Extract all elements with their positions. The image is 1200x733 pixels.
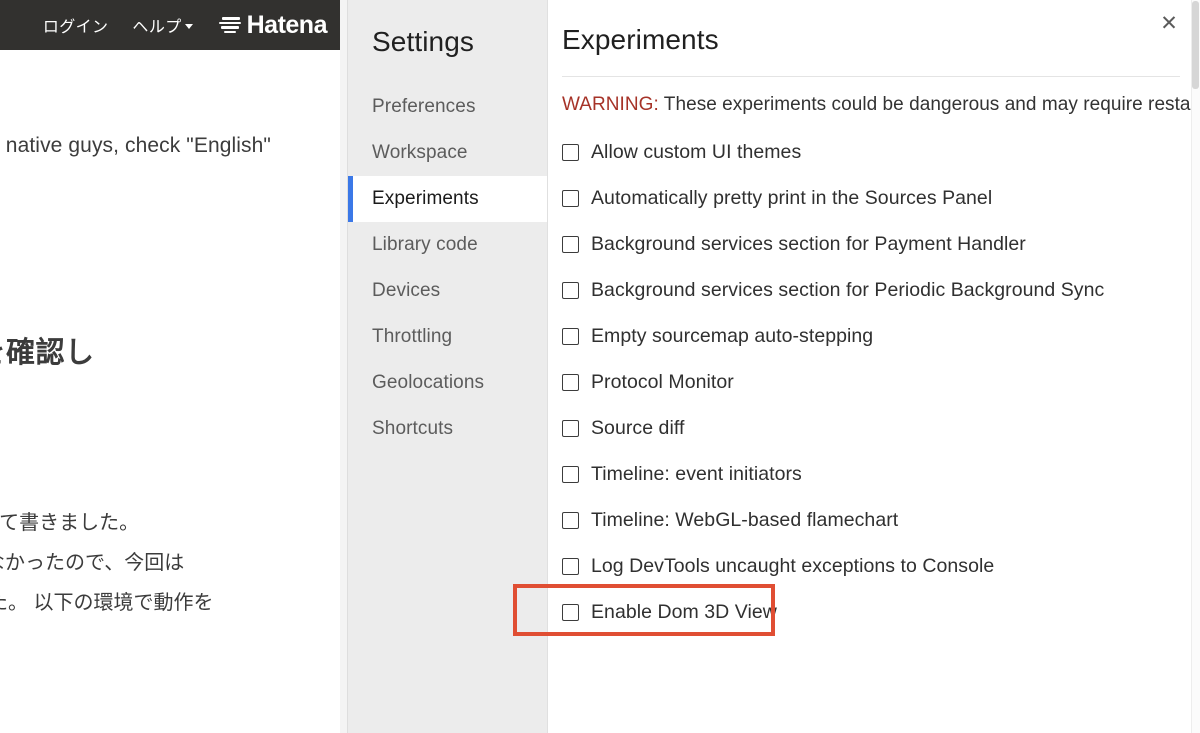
experiments-panel: Experiments WARNING: These experiments c… <box>548 0 1200 733</box>
experiment-row[interactable]: Empty sourcemap auto-stepping <box>562 313 1200 359</box>
sidebar-item-label: Library code <box>372 234 478 255</box>
sidebar-item-label: Shortcuts <box>372 418 454 439</box>
sidebar-item-label: Throttling <box>372 326 453 347</box>
experiment-label: Log DevTools uncaught exceptions to Cons… <box>591 554 995 577</box>
checkbox-log-devtools-uncaught-exceptions[interactable] <box>562 557 579 575</box>
article-body-line-1: meについて書きました。 <box>0 512 140 534</box>
checkbox-background-services-payment-handler[interactable] <box>562 235 579 253</box>
sidebar-item-shortcuts[interactable]: Shortcuts <box>348 406 547 452</box>
close-button[interactable]: ✕ <box>1156 10 1182 36</box>
experiments-warning: WARNING: These experiments could be dang… <box>562 94 1200 116</box>
chevron-down-icon <box>184 23 193 29</box>
warning-text: These experiments could be dangerous and… <box>658 94 1200 115</box>
dialog-scrollbar-thumb[interactable] <box>1192 1 1199 89</box>
article-body-line-2: ロードの話がなかったので、今回は <box>0 552 185 574</box>
panel-header: Experiments <box>562 0 1200 77</box>
experiment-label: Background services section for Payment … <box>591 232 1026 255</box>
hatena-logo-icon <box>217 16 242 34</box>
experiment-label: Timeline: WebGL-based flamechart <box>591 508 899 531</box>
hatena-brand-label: Hatena <box>246 10 328 39</box>
checkbox-allow-custom-ui-themes[interactable] <box>562 143 579 161</box>
experiment-label: Enable Dom 3D View <box>591 600 777 623</box>
dialog-scrollbar[interactable] <box>1191 0 1200 733</box>
settings-dialog: Settings Preferences Workspace Experimen… <box>340 0 1200 733</box>
experiment-row[interactable]: Allow custom UI themes <box>562 129 1200 175</box>
experiment-label: Source diff <box>591 416 685 439</box>
checkbox-source-diff[interactable] <box>562 419 579 437</box>
experiment-row[interactable]: Protocol Monitor <box>562 359 1200 405</box>
login-link[interactable]: ログイン <box>43 13 109 37</box>
experiment-label: Empty sourcemap auto-stepping <box>591 324 874 347</box>
experiment-row[interactable]: Source diff <box>562 405 1200 451</box>
sidebar-item-experiments[interactable]: Experiments <box>348 176 547 222</box>
sidebar-item-workspace[interactable]: Workspace <box>348 130 547 176</box>
checkbox-protocol-monitor[interactable] <box>562 373 579 391</box>
experiment-row[interactable]: Background services section for Periodic… <box>562 267 1200 313</box>
sidebar-edge-scrollbar[interactable] <box>340 0 348 733</box>
sidebar-item-devices[interactable]: Devices <box>348 268 547 314</box>
background-page: ログイン ヘルプ Hatena Japanese native guys, ch… <box>0 0 348 733</box>
article-heading: ドの概要と動作を確認し <box>0 337 95 369</box>
experiment-label: Timeline: event initiators <box>591 462 802 485</box>
hatena-brand[interactable]: Hatena <box>217 10 328 40</box>
experiment-row[interactable]: Timeline: event initiators <box>562 451 1200 497</box>
experiment-label: Automatically pretty print in the Source… <box>591 186 993 209</box>
experiment-label: Background services section for Periodic… <box>591 278 1105 301</box>
checkbox-enable-dom-3d-view[interactable] <box>562 603 579 621</box>
close-icon: ✕ <box>1160 11 1178 35</box>
article-body-line-3: 書きました。 以下の環境で動作を <box>0 592 214 614</box>
checkbox-timeline-event-initiators[interactable] <box>562 465 579 483</box>
experiment-row[interactable]: Background services section for Payment … <box>562 221 1200 267</box>
sidebar-item-geolocations[interactable]: Geolocations <box>348 360 547 406</box>
sidebar-item-label: Experiments <box>372 188 479 209</box>
help-menu[interactable]: ヘルプ <box>132 13 193 37</box>
sidebar-item-label: Workspace <box>372 142 468 163</box>
experiment-row[interactable]: Timeline: WebGL-based flamechart <box>562 497 1200 543</box>
sidebar-item-preferences[interactable]: Preferences <box>348 84 547 130</box>
experiment-label: Allow custom UI themes <box>591 140 802 163</box>
experiment-row[interactable]: Enable Dom 3D View <box>562 589 1200 635</box>
settings-sidebar: Settings Preferences Workspace Experimen… <box>340 0 548 733</box>
experiment-row[interactable]: Log DevTools uncaught exceptions to Cons… <box>562 543 1200 589</box>
checkbox-empty-sourcemap-auto-stepping[interactable] <box>562 327 579 345</box>
settings-title: Settings <box>372 26 474 57</box>
help-menu-label: ヘルプ <box>132 19 182 36</box>
article-english-line: Japanese native guys, check "English" <box>0 134 271 157</box>
experiment-row[interactable]: Automatically pretty print in the Source… <box>562 175 1200 221</box>
page-title: Experiments <box>562 24 719 55</box>
sidebar-item-library-code[interactable]: Library code <box>348 222 547 268</box>
experiment-label: Protocol Monitor <box>591 370 734 393</box>
checkbox-background-services-periodic-sync[interactable] <box>562 281 579 299</box>
sidebar-item-label: Preferences <box>372 96 476 117</box>
screenshot-root: ログイン ヘルプ Hatena Japanese native guys, ch… <box>0 0 1200 733</box>
checkbox-automatically-pretty-print[interactable] <box>562 189 579 207</box>
header-divider <box>562 76 1180 77</box>
hatena-global-header: ログイン ヘルプ Hatena <box>0 0 341 50</box>
warning-label: WARNING: <box>562 94 659 115</box>
checkbox-timeline-webgl-flamechart[interactable] <box>562 511 579 529</box>
sidebar-item-throttling[interactable]: Throttling <box>348 314 547 360</box>
experiments-list: Allow custom UI themes Automatically pre… <box>562 129 1200 635</box>
sidebar-item-label: Devices <box>372 280 441 301</box>
sidebar-item-label: Geolocations <box>372 372 485 393</box>
